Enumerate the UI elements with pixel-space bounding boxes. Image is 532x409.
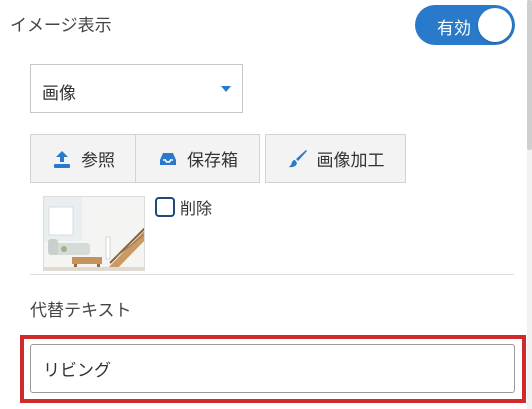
image-source-value: 画像 — [42, 84, 76, 104]
scrollbar-thumb[interactable] — [527, 0, 532, 150]
image-edit-button[interactable]: 画像加工 — [265, 134, 406, 183]
living-room-photo — [44, 197, 144, 270]
storage-button[interactable]: 保存箱 — [135, 134, 260, 183]
image-edit-button-label: 画像加工 — [316, 151, 385, 171]
upload-icon — [51, 148, 73, 170]
storage-button-label: 保存箱 — [187, 151, 238, 171]
image-thumbnail[interactable] — [43, 196, 145, 271]
alt-text-label: 代替テキスト — [30, 301, 132, 321]
caret-down-icon — [221, 86, 231, 92]
scrollbar[interactable] — [527, 0, 532, 409]
inbox-tray-icon — [157, 148, 179, 170]
alt-text-input[interactable] — [30, 344, 515, 393]
toggle-label: 有効 — [437, 19, 471, 39]
toggle-knob[interactable] — [478, 8, 512, 42]
delete-label: 削除 — [180, 199, 213, 218]
browse-button[interactable]: 参照 — [30, 134, 136, 183]
image-display-toggle[interactable]: 有効 — [415, 5, 515, 45]
image-display-label: イメージ表示 — [10, 16, 112, 36]
paintbrush-icon — [287, 148, 309, 170]
delete-option[interactable]: 削除 — [155, 195, 212, 219]
section-divider — [30, 274, 514, 275]
delete-checkbox[interactable] — [155, 197, 175, 217]
browse-button-label: 参照 — [81, 151, 115, 171]
image-source-select[interactable]: 画像 — [30, 64, 243, 113]
